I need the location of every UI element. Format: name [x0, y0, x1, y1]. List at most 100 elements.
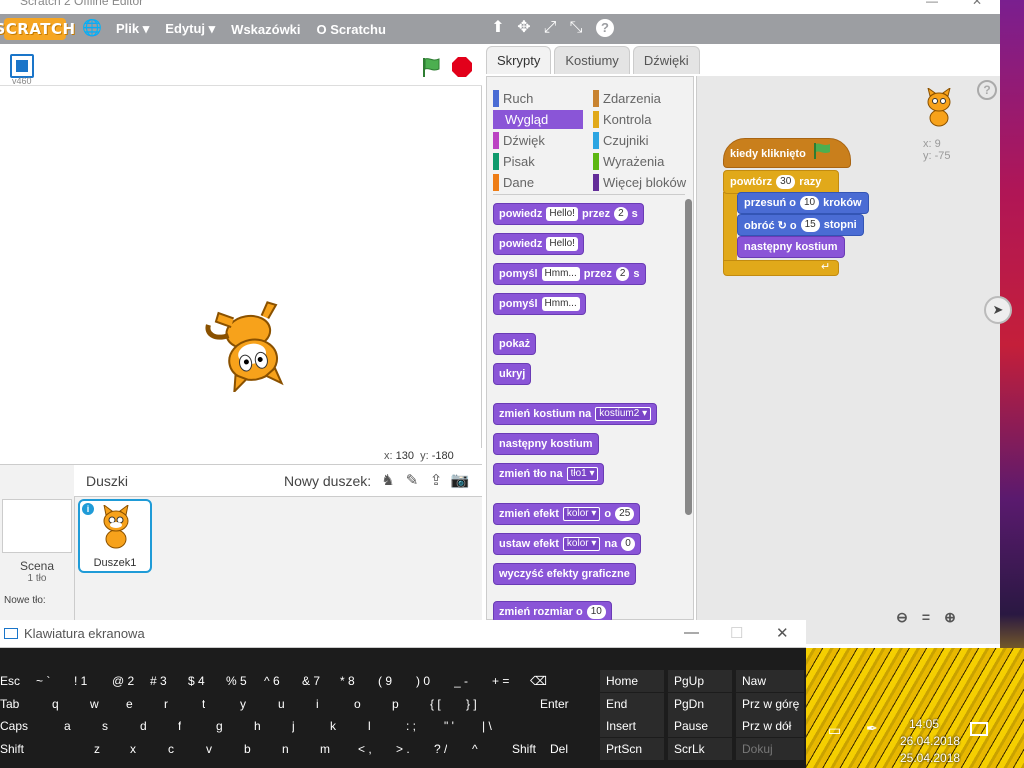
close-window-button[interactable]: ✕ — [972, 0, 982, 8]
osk-key[interactable]: h — [254, 715, 261, 737]
help-icon[interactable]: ? — [596, 19, 614, 37]
osk-key[interactable]: z — [94, 738, 100, 760]
block-switch-backdrop[interactable]: zmień tło na tło1 ▾ — [493, 463, 605, 485]
osk-key[interactable]: w — [90, 693, 99, 715]
stamp-icon[interactable]: ⬆ — [488, 18, 508, 38]
category-sound[interactable]: Dźwięk — [493, 131, 589, 150]
osk-key[interactable]: k — [330, 715, 336, 737]
osk-key[interactable]: ^ — [472, 738, 478, 760]
scratch-logo[interactable]: SCRATCH — [0, 18, 75, 40]
menu-tips[interactable]: Wskazówki — [231, 22, 300, 37]
osk-key[interactable]: : ; — [406, 715, 416, 737]
osk-nav-key[interactable]: End — [600, 693, 664, 715]
osk-key[interactable]: Enter — [540, 693, 569, 715]
osk-key[interactable]: o — [354, 693, 361, 715]
block-set-effect[interactable]: ustaw efekt kolor ▾ na 0 — [493, 533, 641, 555]
osk-nav-key[interactable]: Insert — [600, 715, 664, 737]
block-next-costume[interactable]: następny kostium — [493, 433, 599, 455]
globe-icon[interactable]: 🌐 — [82, 20, 102, 38]
osk-key[interactable]: ) 0 — [416, 670, 430, 692]
osk-nav-key[interactable]: Pause — [668, 715, 732, 737]
osk-key[interactable]: Del — [550, 738, 568, 760]
osk-key[interactable]: i — [316, 693, 319, 715]
help-icon[interactable]: ? — [977, 80, 997, 100]
osk-nav-key[interactable]: Prz w dół — [736, 715, 804, 737]
osk-key[interactable]: $ 4 — [188, 670, 205, 692]
turn-block[interactable]: obróć ↻ o 15 stopni — [737, 214, 864, 236]
category-more-blocks[interactable]: Więcej bloków — [593, 173, 693, 192]
osk-key[interactable]: & 7 — [302, 670, 320, 692]
osk-key[interactable]: > . — [396, 738, 410, 760]
osk-key[interactable]: } ] — [466, 693, 477, 715]
sprite-library-icon[interactable]: ♞ — [378, 471, 398, 491]
osk-key[interactable]: " ' — [444, 715, 454, 737]
cut-icon[interactable]: ✥ — [514, 18, 534, 38]
menu-edit[interactable]: Edytuj ▾ — [165, 21, 215, 37]
osk-key[interactable]: | \ — [482, 715, 492, 737]
scene-thumbnail[interactable] — [2, 499, 72, 553]
osk-key[interactable]: a — [64, 715, 71, 737]
osk-key[interactable]: s — [102, 715, 108, 737]
category-motion[interactable]: Ruch — [493, 89, 589, 108]
block-hide[interactable]: ukryj — [493, 363, 532, 385]
osk-key[interactable]: Shift — [512, 738, 536, 760]
stage-canvas[interactable] — [0, 86, 482, 448]
zoom-in-icon[interactable]: ⊕ — [941, 608, 959, 626]
category-sensing[interactable]: Czujniki — [593, 131, 689, 150]
repeat-block[interactable]: powtórz 30 razy — [723, 170, 839, 194]
osk-nav-key[interactable]: ScrLk — [668, 738, 732, 760]
osk-key[interactable]: # 3 — [150, 670, 167, 692]
osk-key[interactable]: v — [206, 738, 212, 760]
camera-icon[interactable]: 📷 — [450, 471, 470, 491]
osk-close-button[interactable]: ✕ — [776, 624, 789, 642]
osk-key[interactable]: c — [168, 738, 174, 760]
osk-key[interactable]: ^ 6 — [264, 670, 280, 692]
tab-scripts[interactable]: Skrypty — [486, 46, 552, 74]
osk-key[interactable]: ! 1 — [74, 670, 87, 692]
osk-nav-key[interactable]: Dokuj — [736, 738, 804, 760]
category-operators[interactable]: Wyrażenia — [593, 152, 689, 171]
osk-key[interactable]: ⌫ — [530, 670, 547, 692]
osk-key[interactable]: * 8 — [340, 670, 355, 692]
category-looks[interactable]: Wygląd — [493, 110, 583, 129]
osk-key[interactable]: Esc — [0, 670, 20, 692]
osk-nav-key[interactable]: PrtScn — [600, 738, 664, 760]
paint-brush-icon[interactable]: ✎ — [402, 471, 422, 491]
next-costume-block[interactable]: następny kostium — [737, 236, 845, 258]
block-think-for[interactable]: pomyśl Hmm... przez 2 s — [493, 263, 646, 285]
move-steps-block[interactable]: przesuń o 10 kroków — [737, 192, 869, 214]
osk-key[interactable]: Caps — [0, 715, 28, 737]
palette-scrollbar[interactable] — [685, 199, 692, 515]
osk-key[interactable]: e — [126, 693, 133, 715]
taskbar-clock[interactable]: 14:05 26.04.2018 25.04.2018 — [900, 716, 960, 767]
grow-icon[interactable]: ⤢ — [540, 18, 560, 38]
osk-nav-key[interactable]: PgDn — [668, 693, 732, 715]
cursor-icon[interactable]: ➤ — [984, 296, 1012, 324]
shrink-icon[interactable]: ⤡ — [566, 18, 586, 38]
block-say-for[interactable]: powiedz Hello! przez 2 s — [493, 203, 644, 225]
osk-key[interactable]: u — [278, 693, 285, 715]
osk-key[interactable]: n — [282, 738, 289, 760]
osk-key[interactable]: m — [320, 738, 330, 760]
osk-key[interactable]: ? / — [434, 738, 447, 760]
osk-key[interactable]: b — [244, 738, 251, 760]
tab-costumes[interactable]: Kostiumy — [554, 46, 630, 74]
block-change-effect[interactable]: zmień efekt kolor ▾ o 25 — [493, 503, 641, 525]
stop-icon[interactable] — [452, 57, 472, 77]
script-canvas[interactable]: ? x: 9 y: -75 kiedy kliknięto powtórz 30 r… — [696, 76, 1000, 644]
osk-key[interactable]: Tab — [0, 693, 19, 715]
upload-icon[interactable]: ⇪ — [426, 471, 446, 491]
block-show[interactable]: pokaż — [493, 333, 537, 355]
pen-icon[interactable]: ✒ — [866, 720, 878, 737]
block-think[interactable]: pomyśl Hmm... — [493, 293, 586, 315]
osk-key[interactable]: ~ ` — [36, 670, 50, 692]
osk-key[interactable]: _ - — [454, 670, 468, 692]
osk-nav-key[interactable]: Prz w górę — [736, 693, 804, 715]
osk-key[interactable]: + = — [492, 670, 509, 692]
osk-key[interactable]: % 5 — [226, 670, 247, 692]
category-control[interactable]: Kontrola — [593, 110, 689, 129]
osk-key[interactable]: f — [178, 715, 181, 737]
category-events[interactable]: Zdarzenia — [593, 89, 689, 108]
osk-nav-key[interactable]: PgUp — [668, 670, 732, 692]
info-icon[interactable]: i — [82, 503, 94, 515]
